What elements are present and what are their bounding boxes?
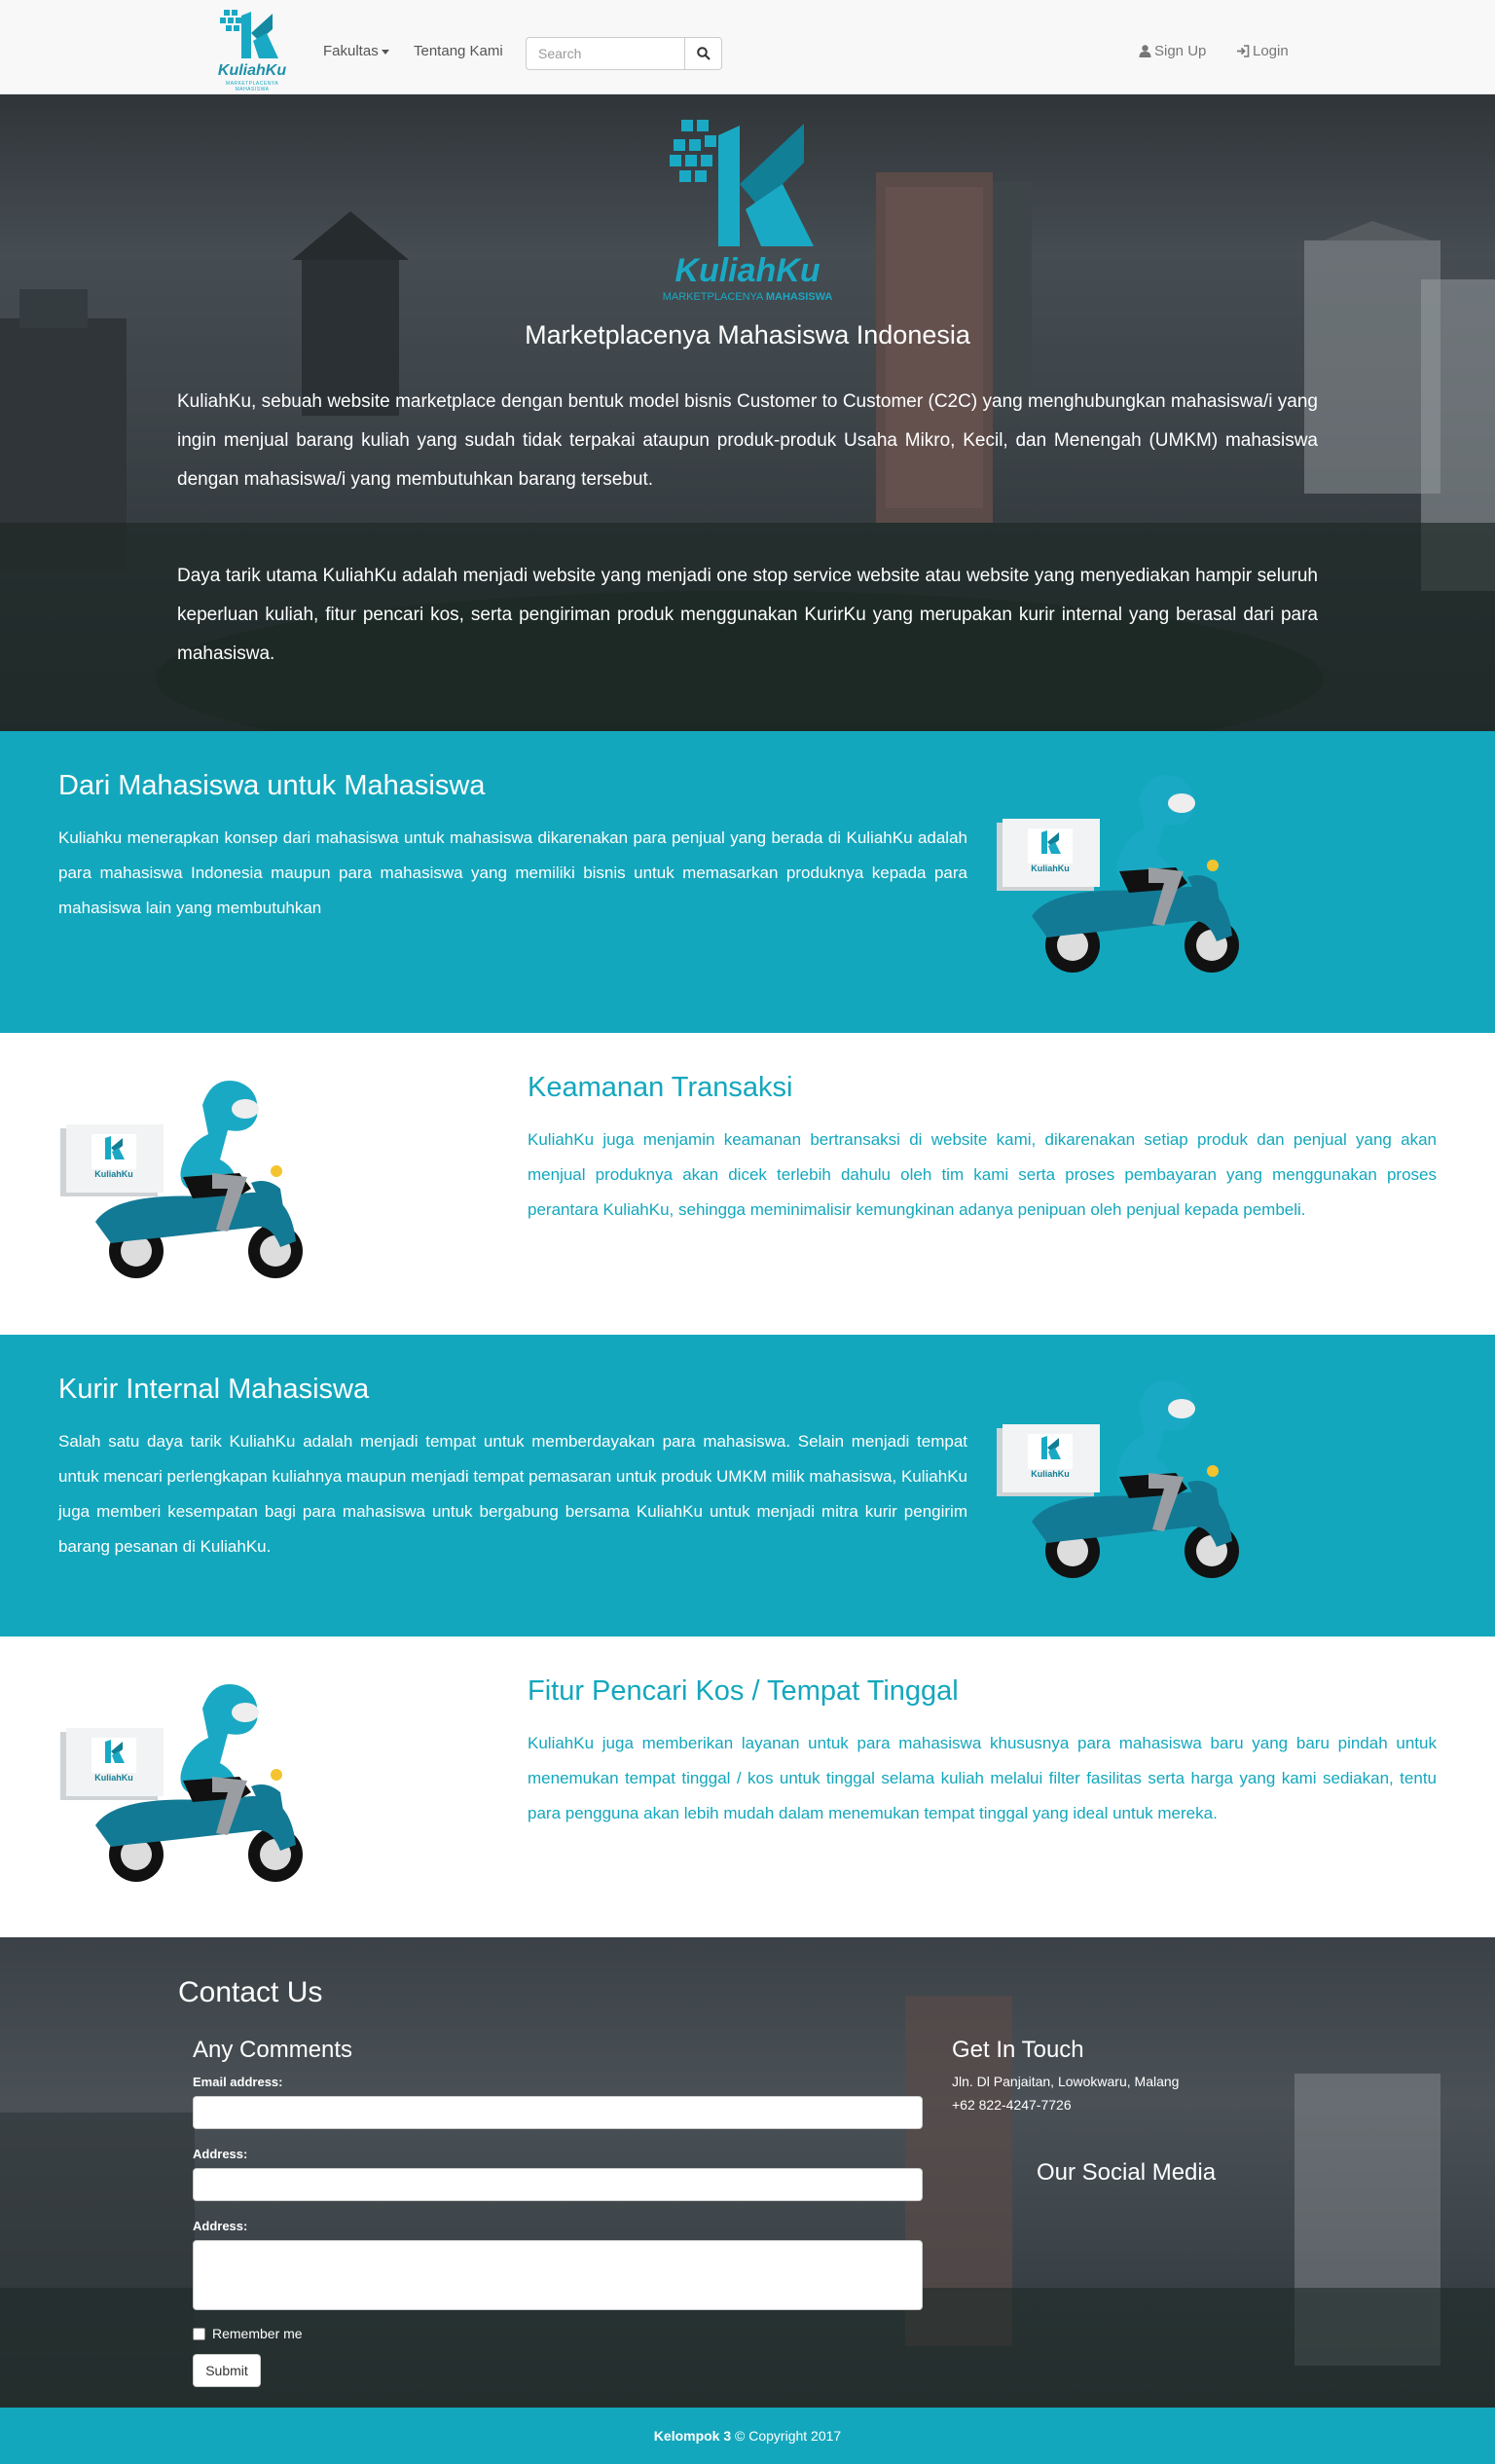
scooter-box-label: KuliahKu	[1031, 1469, 1070, 1479]
search-icon	[697, 47, 711, 60]
remember-me-checkbox[interactable]	[193, 2328, 205, 2340]
address-label-2: Address:	[193, 2219, 248, 2233]
courier-scooter-illustration: KuliahKu	[997, 1380, 1239, 1578]
footer-copyright: © Copyright 2017	[735, 2428, 842, 2444]
login-icon	[1237, 45, 1250, 57]
scooter-box-label: KuliahKu	[94, 1773, 133, 1783]
social-media-title: Our Social Media	[1037, 2159, 1217, 2186]
hero-paragraph-1: KuliahKu, sebuah website marketplace den…	[177, 391, 1318, 490]
hero-logo-tagline-1: MARKETPLACENYA	[662, 291, 763, 303]
hero-title: Marketplacenya Mahasiswa Indonesia	[525, 320, 970, 349]
address-label: Address:	[193, 2147, 248, 2161]
courier-scooter-illustration: KuliahKu	[60, 1684, 303, 1882]
feature-title: Keamanan Transaksi	[528, 1072, 793, 1103]
nav-fakultas-label: Fakultas	[323, 43, 379, 59]
brand-logo[interactable]: KuliahKu MARKETPLACENYA MAHASISWA	[212, 8, 292, 92]
login-label: Login	[1253, 43, 1289, 59]
feature-text: KuliahKu juga menjamin keamanan bertrans…	[528, 1130, 1437, 1219]
search-button[interactable]	[684, 37, 722, 70]
feature-text: Salah satu daya tarik KuliahKu adalah me…	[58, 1432, 967, 1556]
footer: Kelompok 3 © Copyright 2017	[0, 2408, 1495, 2464]
contact-title: Contact Us	[178, 1976, 323, 2008]
signup-label: Sign Up	[1154, 43, 1207, 59]
user-icon	[1139, 45, 1151, 57]
submit-button[interactable]: Submit	[193, 2354, 261, 2387]
email-field[interactable]	[193, 2096, 923, 2129]
contact-address: Jln. Dl Panjaitan, Lowokwaru, Malang	[952, 2074, 1180, 2089]
hero-logo: KuliahKu MARKETPLACENYA MAHASISWA	[658, 116, 837, 307]
scooter-box-label: KuliahKu	[1031, 864, 1070, 873]
hero-logo-text: KuliahKu	[675, 252, 820, 289]
login-link[interactable]: Login	[1236, 43, 1289, 59]
caret-down-icon	[381, 49, 389, 55]
hero-section: KuliahKu MARKETPLACENYA MAHASISWA Market…	[0, 94, 1495, 731]
signup-link[interactable]: Sign Up	[1139, 43, 1206, 59]
contact-phone: +62 822-4247-7726	[952, 2097, 1072, 2113]
brand-tagline: MARKETPLACENYA MAHASISWA	[225, 81, 279, 92]
feature-section-pencari-kos: KuliahKu Fitur Pencari Kos / Tempat Ting…	[0, 1637, 1495, 1938]
feature-section-keamanan-transaksi: KuliahKu Keamanan Transaksi KuliahKu jug…	[0, 1033, 1495, 1335]
get-in-touch-title: Get In Touch	[952, 2037, 1084, 2063]
hero-paragraph-2: Daya tarik utama KuliahKu adalah menjadi…	[177, 566, 1318, 664]
remember-me-label: Remember me	[212, 2326, 303, 2341]
brand-name: KuliahKu	[217, 62, 287, 79]
feature-title: Fitur Pencari Kos / Tempat Tinggal	[528, 1675, 959, 1707]
email-label: Email address:	[193, 2075, 283, 2089]
comments-title: Any Comments	[193, 2037, 353, 2063]
comment-textarea[interactable]	[193, 2240, 923, 2310]
address-field[interactable]	[193, 2168, 923, 2201]
feature-title: Kurir Internal Mahasiswa	[58, 1374, 370, 1405]
hero-logo-tagline-2: MAHASISWA	[765, 291, 833, 303]
scooter-box-label: KuliahKu	[94, 1169, 133, 1179]
courier-scooter-illustration: KuliahKu	[997, 775, 1239, 973]
hero-logo-mark-icon	[670, 120, 814, 246]
courier-scooter-illustration: KuliahKu	[60, 1081, 303, 1278]
search-input[interactable]	[526, 37, 685, 70]
feature-section-dari-mahasiswa: Dari Mahasiswa untuk Mahasiswa Kuliahku …	[0, 731, 1495, 1033]
feature-title: Dari Mahasiswa untuk Mahasiswa	[58, 770, 486, 801]
contact-section: Contact Us Any Comments Email address: A…	[0, 1937, 1495, 2408]
hero-logo-tagline: MARKETPLACENYA MAHASISWA	[658, 291, 837, 303]
brand-mark-icon	[220, 10, 278, 58]
feature-text: KuliahKu juga memberikan layanan untuk p…	[528, 1734, 1437, 1822]
nav-fakultas-dropdown[interactable]: Fakultas	[323, 43, 389, 59]
navbar: KuliahKu MARKETPLACENYA MAHASISWA Fakult…	[0, 0, 1495, 94]
nav-tentang-kami[interactable]: Tentang Kami	[414, 43, 503, 59]
feature-text: Kuliahku menerapkan konsep dari mahasisw…	[58, 828, 967, 917]
footer-group: Kelompok 3	[653, 2428, 732, 2444]
search-form	[526, 37, 722, 70]
feature-section-kurir-internal: Kurir Internal Mahasiswa Salah satu daya…	[0, 1335, 1495, 1637]
